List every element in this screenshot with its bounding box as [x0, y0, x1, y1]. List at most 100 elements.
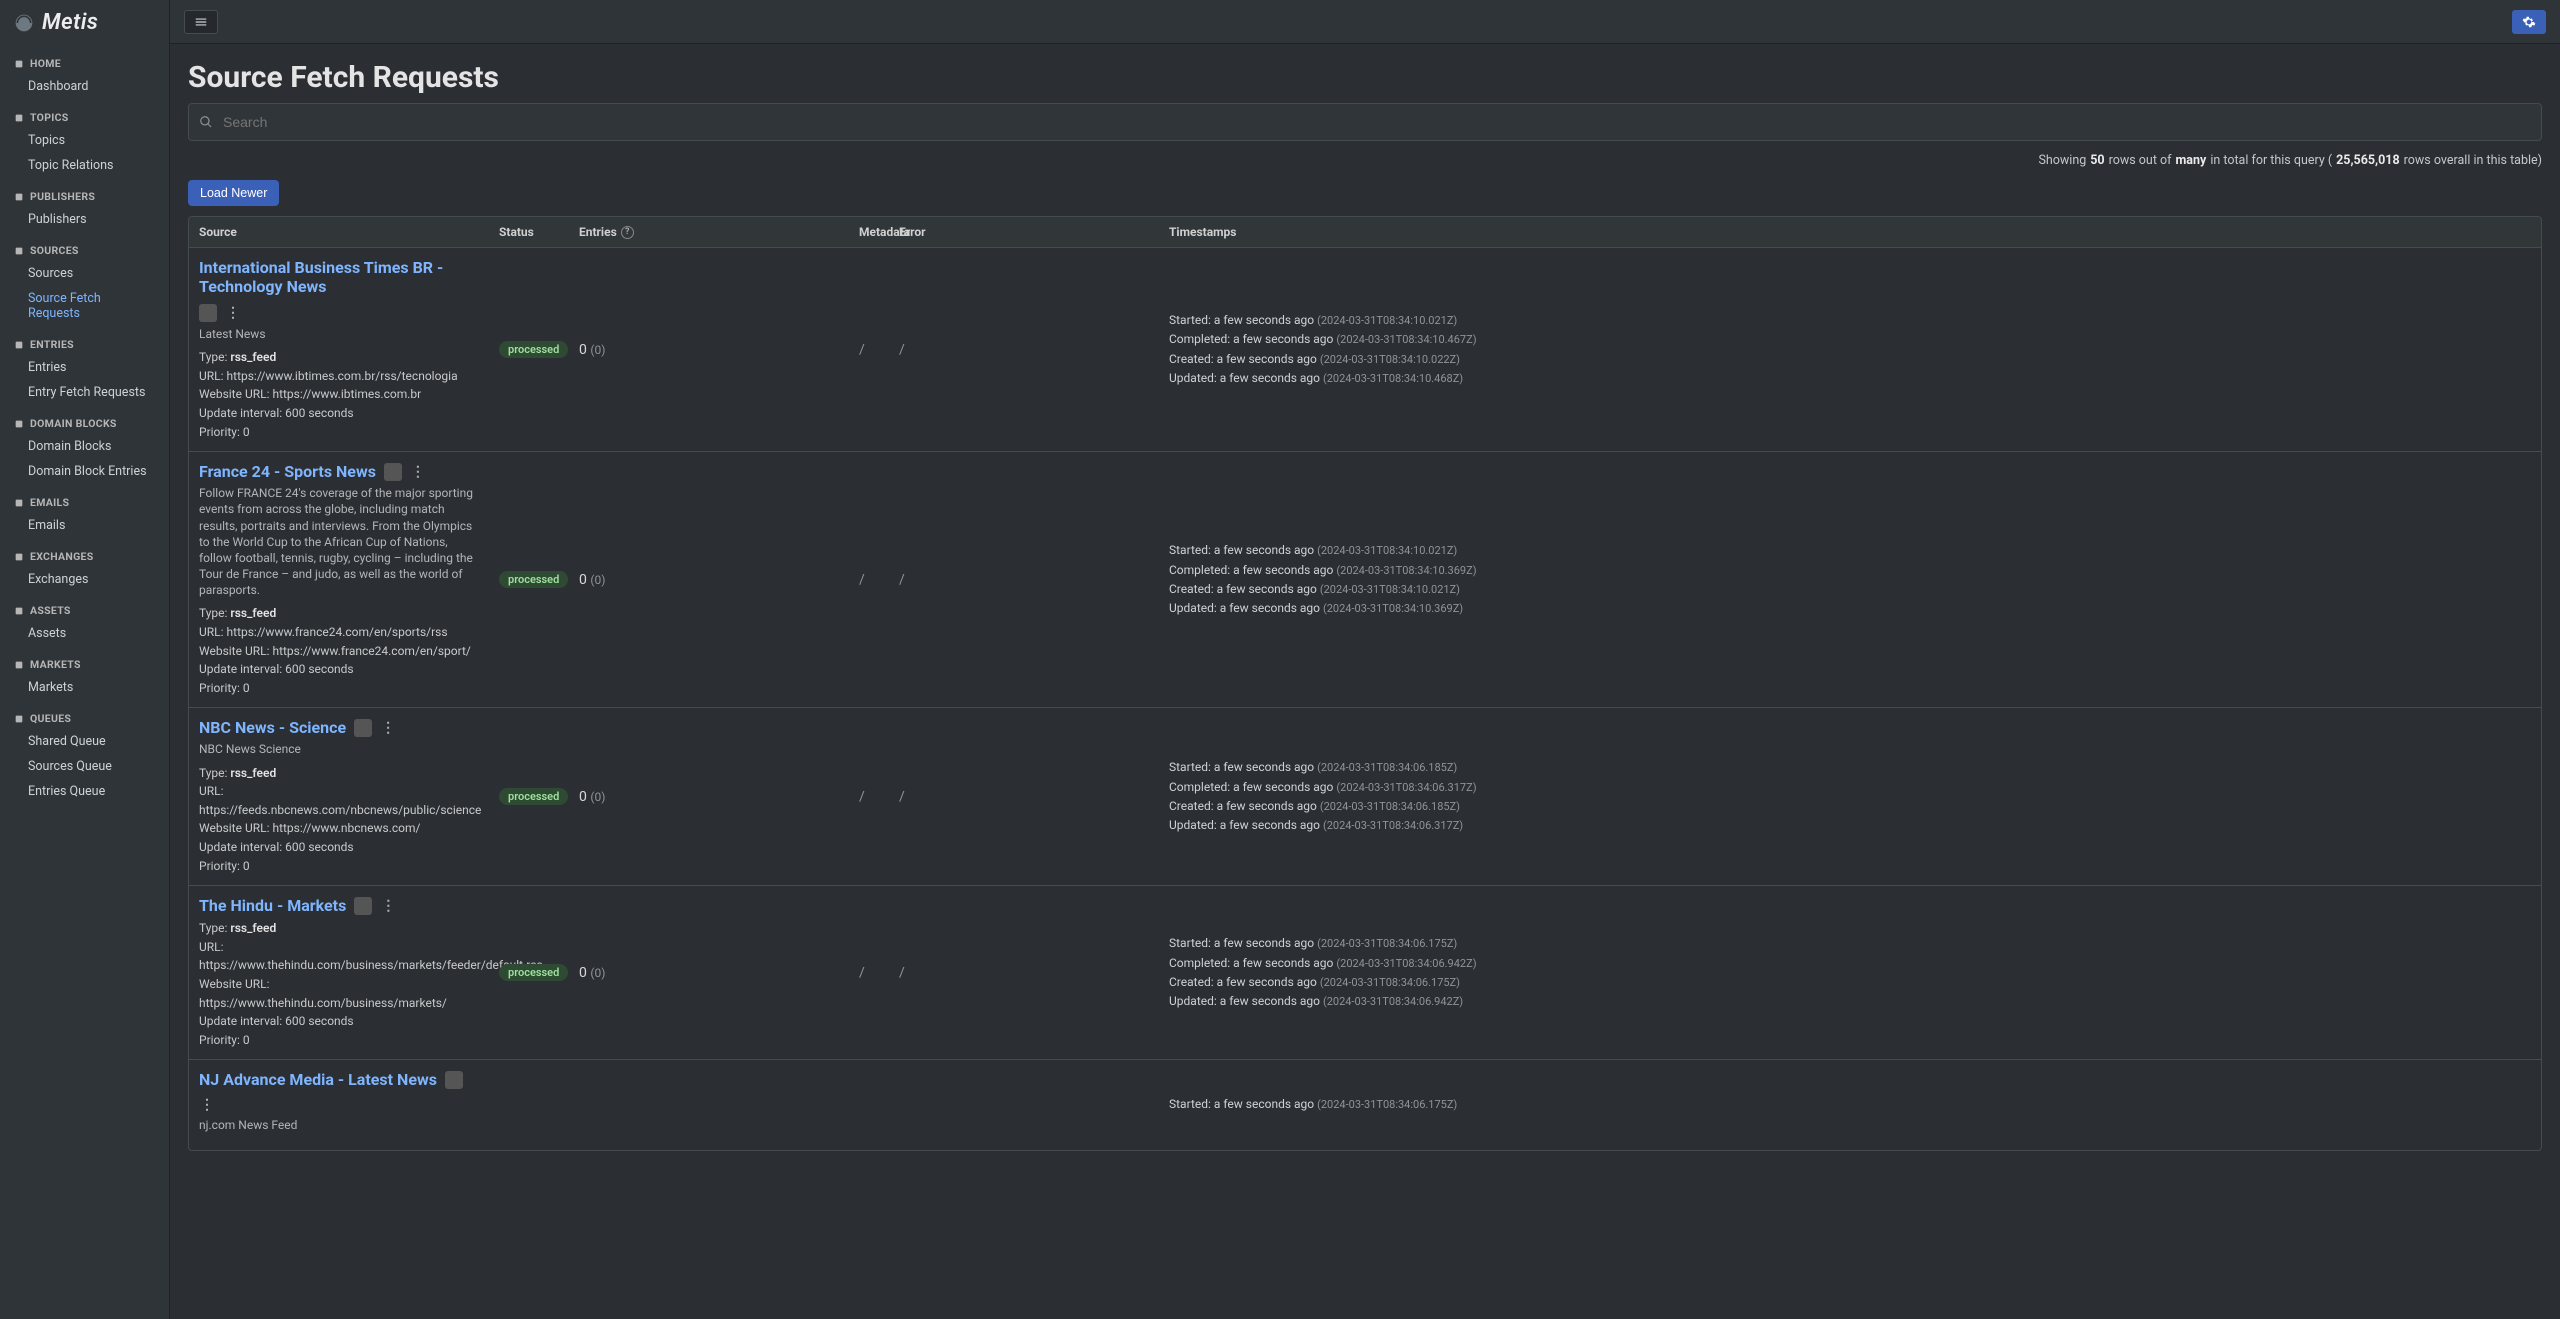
search-input[interactable]	[223, 114, 2531, 130]
table-row: International Business Times BR - Techno…	[189, 248, 2541, 452]
source-link[interactable]: NBC News - Science	[199, 718, 346, 737]
kv-value: 0	[243, 425, 250, 439]
sidebar-item[interactable]: Shared Queue	[0, 729, 169, 754]
row-menu-button[interactable]	[380, 720, 396, 736]
sidebar-item[interactable]: Entry Fetch Requests	[0, 380, 169, 405]
ts-started: Started: a few seconds ago (2024-03-31T0…	[1169, 311, 1477, 330]
sidebar-heading-label: HOME	[30, 57, 61, 70]
ts-started: Started: a few seconds ago (2024-03-31T0…	[1169, 934, 1477, 953]
source-link[interactable]: France 24 - Sports News	[199, 462, 376, 481]
sidebar-item[interactable]: Publishers	[0, 207, 169, 232]
page-title: Source Fetch Requests	[188, 60, 2542, 95]
sidebar-section: PUBLISHERSPublishers	[0, 182, 169, 232]
ts-completed: Completed: a few seconds ago (2024-03-31…	[1169, 954, 1477, 973]
ts-started: Started: a few seconds ago (2024-03-31T0…	[1169, 758, 1477, 777]
ts-rel: Updated: a few seconds ago	[1169, 371, 1323, 385]
summary-total: 25,565,018	[2336, 153, 2400, 168]
sidebar-item[interactable]: Domain Blocks	[0, 434, 169, 459]
cell-timestamps: Started: a few seconds ago (2024-03-31T0…	[1159, 248, 1639, 451]
entries-sub: (0)	[590, 966, 605, 980]
source-link[interactable]: NJ Advance Media - Latest News	[199, 1070, 437, 1089]
sidebar-item[interactable]: Entries	[0, 355, 169, 380]
kv-value: https://www.france24.com/en/sport/	[272, 644, 470, 658]
ts-rel: Created: a few seconds ago	[1169, 582, 1320, 596]
timestamp-group: Started: a few seconds ago (2024-03-31T0…	[1169, 541, 1477, 618]
source-link[interactable]: International Business Times BR - Techno…	[199, 258, 479, 296]
timestamp-group: Started: a few seconds ago (2024-03-31T0…	[1169, 758, 1477, 835]
kv-value: https://feeds.nbcnews.com/nbcnews/public…	[199, 803, 481, 817]
ts-abs: (2024-03-31T08:34:10.021Z)	[1317, 544, 1457, 557]
kv-value: 600 seconds	[285, 1014, 353, 1028]
kv-label: Update interval:	[199, 406, 285, 420]
error-value: /	[899, 342, 905, 358]
kv-value: rss_feed	[230, 350, 276, 364]
col-source: Source	[189, 217, 489, 247]
sidebar-heading: SOURCES	[0, 236, 169, 261]
col-timestamps: Timestamps	[1159, 217, 1639, 247]
sidebar-heading-label: ENTRIES	[30, 338, 74, 351]
cell-entries: 0 (0)	[569, 452, 849, 707]
status-badge: processed	[499, 964, 568, 981]
sidebar-item[interactable]: Topic Relations	[0, 153, 169, 178]
kv-type: Type: rss_feed	[199, 919, 479, 938]
source-link[interactable]: The Hindu - Markets	[199, 896, 346, 915]
sidebar-heading-label: ASSETS	[30, 604, 71, 617]
cell-status	[489, 1060, 569, 1149]
sidebar-item[interactable]: Dashboard	[0, 74, 169, 99]
kv-label: Website URL:	[199, 821, 272, 835]
sidebar-section: ENTRIES EntriesEntry Fetch Requests	[0, 330, 169, 405]
metadata-value: /	[859, 572, 865, 588]
sidebar-item[interactable]: Sources	[0, 261, 169, 286]
section-icon	[14, 714, 24, 724]
cell-metadata: /	[849, 248, 889, 451]
kv-label: Website URL:	[199, 977, 270, 991]
sidebar-item[interactable]: Topics	[0, 128, 169, 153]
source-details: Type: rss_feedURL: https://feeds.nbcnews…	[199, 764, 479, 876]
kv-label: Type:	[199, 350, 230, 364]
sidebar-heading: QUEUES	[0, 704, 169, 729]
kv-priority: Priority: 0	[199, 1031, 479, 1050]
source-favicon	[354, 897, 372, 915]
ts-created: Created: a few seconds ago (2024-03-31T0…	[1169, 350, 1477, 369]
ts-rel: Created: a few seconds ago	[1169, 352, 1320, 366]
kv-label: Update interval:	[199, 840, 285, 854]
ts-abs: (2024-03-31T08:34:10.467Z)	[1336, 333, 1476, 346]
sidebar-item[interactable]: Emails	[0, 513, 169, 538]
section-icon	[14, 498, 24, 508]
sidebar-item[interactable]: Sources Queue	[0, 754, 169, 779]
cell-metadata	[849, 1060, 889, 1149]
ts-abs: (2024-03-31T08:34:06.317Z)	[1336, 781, 1476, 794]
ts-rel: Updated: a few seconds ago	[1169, 818, 1323, 832]
sidebar-item[interactable]: Assets	[0, 621, 169, 646]
ts-abs: (2024-03-31T08:34:10.369Z)	[1336, 564, 1476, 577]
col-entries-label: Entries	[579, 225, 617, 239]
sidebar-item[interactable]: Markets	[0, 675, 169, 700]
content: Source Fetch Requests Showing 50 rows ou…	[170, 44, 2560, 1319]
cell-entries: 0 (0)	[569, 248, 849, 451]
kv-value: 0	[243, 1033, 250, 1047]
sidebar-item[interactable]: Exchanges	[0, 567, 169, 592]
kv-website: Website URL: https://www.france24.com/en…	[199, 642, 479, 661]
source-desc: Follow FRANCE 24's coverage of the major…	[199, 485, 479, 598]
section-icon	[14, 340, 24, 350]
cell-entries: 0 (0)	[569, 886, 849, 1059]
table-row: NBC News - ScienceNBC News ScienceType: …	[189, 708, 2541, 886]
kv-website: Website URL: https://www.thehindu.com/bu…	[199, 975, 479, 1012]
row-menu-button[interactable]	[225, 305, 241, 321]
kv-value: https://www.france24.com/en/sports/rss	[227, 625, 448, 639]
load-newer-button[interactable]: Load Newer	[188, 180, 279, 206]
sidebar-item[interactable]: Domain Block Entries	[0, 459, 169, 484]
row-menu-button[interactable]	[199, 1097, 215, 1113]
sidebar-item[interactable]: Entries Queue	[0, 779, 169, 804]
sidebar-heading: EMAILS	[0, 488, 169, 513]
source-title: France 24 - Sports News	[199, 462, 479, 481]
ts-updated: Updated: a few seconds ago (2024-03-31T0…	[1169, 599, 1477, 618]
sidebar-item[interactable]: Source Fetch Requests	[0, 286, 169, 326]
sidebar-section: SOURCESSourcesSource Fetch Requests	[0, 236, 169, 326]
row-menu-button[interactable]	[380, 898, 396, 914]
row-menu-button[interactable]	[410, 464, 426, 480]
settings-button[interactable]	[2512, 10, 2546, 34]
entries-help-icon[interactable]: ?	[621, 226, 634, 239]
hamburger-button[interactable]	[184, 10, 218, 34]
source-title: NBC News - Science	[199, 718, 479, 737]
